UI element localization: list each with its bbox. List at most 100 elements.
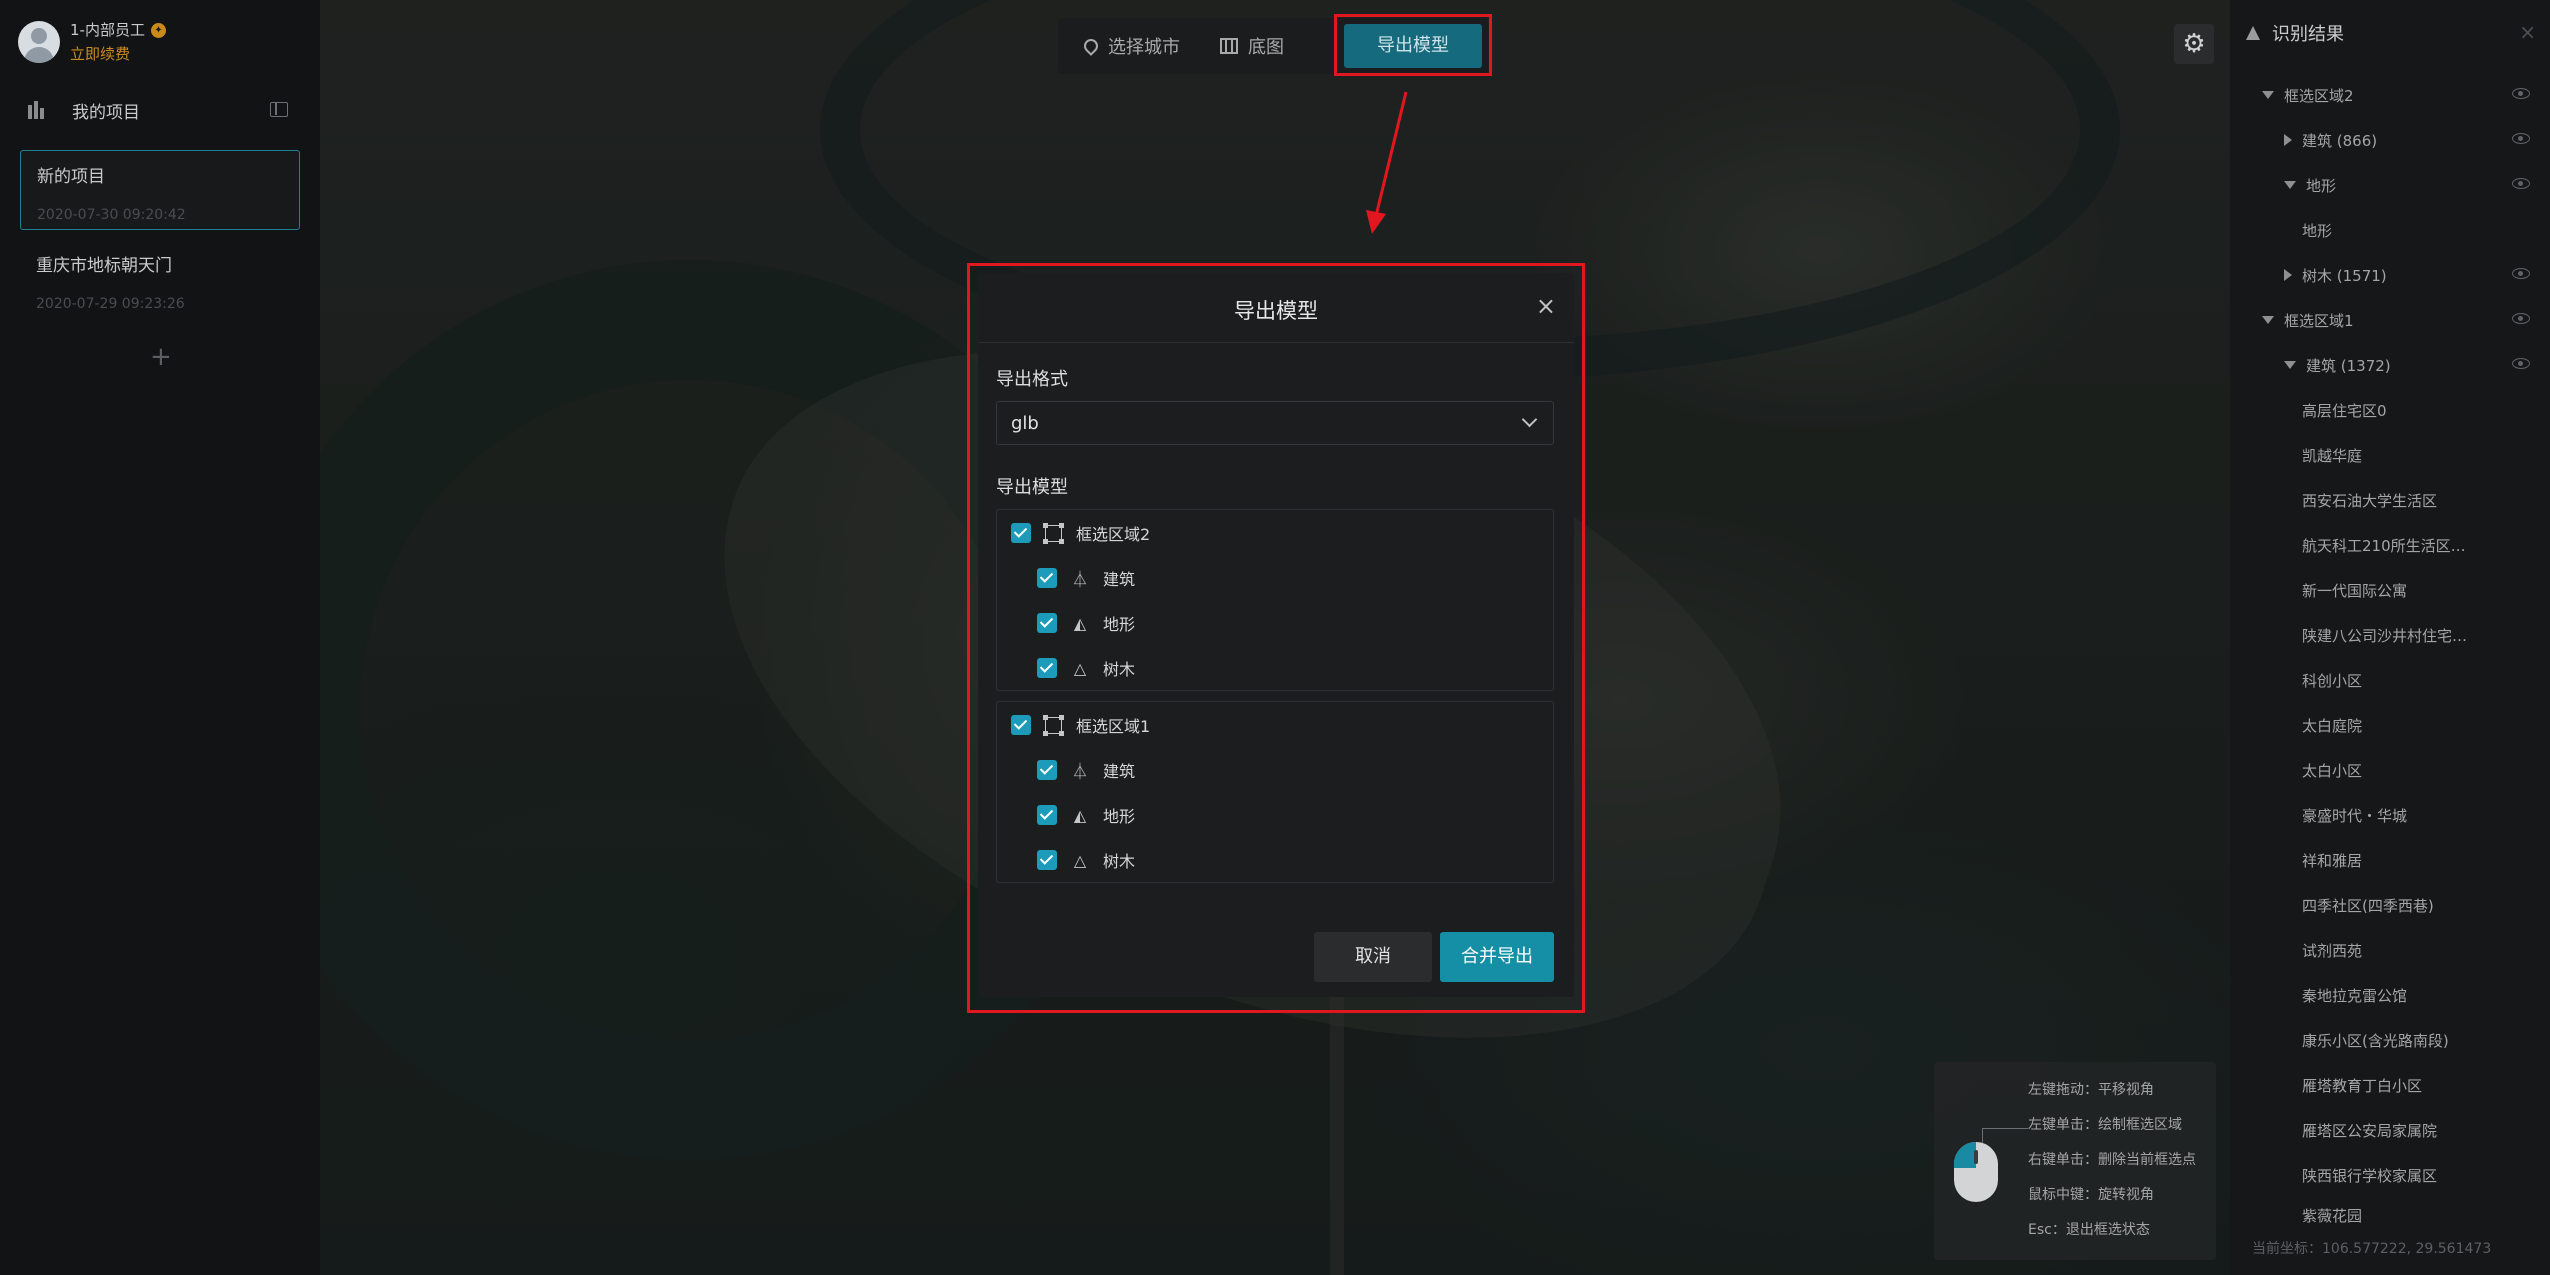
export-model-dialog: 导出模型 × 导出格式 glb 导出模型 框选区域2 ⏃ 建筑 ◭ 地形 △ 树… xyxy=(978,273,1574,997)
result-item[interactable]: 高层住宅区0 xyxy=(2230,395,2530,425)
gear-icon: ⚙ xyxy=(2182,29,2206,59)
add-project-button[interactable]: + xyxy=(150,344,172,370)
renew-link[interactable]: 立即续费 xyxy=(70,42,166,66)
result-label: 试剂西苑 xyxy=(2302,941,2363,960)
collapse-panel-icon[interactable] xyxy=(270,102,288,117)
eye-icon[interactable] xyxy=(2512,268,2530,279)
result-item[interactable]: 新一代国际公寓 xyxy=(2230,575,2530,605)
result-item[interactable]: 建筑 (866) xyxy=(2230,125,2530,155)
result-item[interactable]: 框选区域2 xyxy=(2230,80,2530,110)
project-item-1[interactable]: 重庆市地标朝天门 2020-07-29 09:23:26 xyxy=(20,240,300,320)
eye-icon[interactable] xyxy=(2512,133,2530,144)
projects-icon xyxy=(28,101,46,119)
results-title: 识别结果 xyxy=(2272,24,2344,45)
terrain-icon: ◭ xyxy=(1073,613,1087,633)
basemap-button[interactable]: 底图 xyxy=(1220,33,1284,59)
result-item[interactable]: 雁塔教育丁白小区 xyxy=(2230,1070,2530,1100)
result-item[interactable]: 地形 xyxy=(2230,215,2530,245)
result-label: 科创小区 xyxy=(2302,671,2363,690)
result-item[interactable]: 祥和雅居 xyxy=(2230,845,2530,875)
checkbox-checked[interactable] xyxy=(1037,658,1057,678)
result-label: 地形 xyxy=(2302,221,2333,240)
result-item[interactable]: 雁塔区公安局家属院 xyxy=(2230,1115,2530,1145)
tree-row-region[interactable]: 框选区域2 xyxy=(1011,518,1150,548)
cancel-button[interactable]: 取消 xyxy=(1314,932,1432,982)
hint-line: 左键拖动：平移视角 xyxy=(2028,1082,2154,1098)
settings-button[interactable]: ⚙ xyxy=(2174,24,2214,64)
checkbox-checked[interactable] xyxy=(1011,523,1031,543)
result-item[interactable]: 陕建八公司沙井村住宅… xyxy=(2230,620,2530,650)
close-icon[interactable]: × xyxy=(1536,293,1556,319)
close-icon[interactable]: × xyxy=(2519,20,2536,44)
merge-export-button[interactable]: 合并导出 xyxy=(1440,932,1554,982)
project-item-0[interactable]: 新的项目 2020-07-30 09:20:42 xyxy=(20,150,300,230)
result-item[interactable]: 太白小区 xyxy=(2230,755,2530,785)
caret-right-icon[interactable] xyxy=(2284,269,2292,281)
tree-row-building[interactable]: ⏃ 建筑 xyxy=(1037,563,1135,593)
result-label: 西安石油大学生活区 xyxy=(2302,491,2438,510)
checkbox-checked[interactable] xyxy=(1037,613,1057,633)
result-item[interactable]: 地形 xyxy=(2230,170,2530,200)
result-item[interactable]: 西安石油大学生活区 xyxy=(2230,485,2530,515)
result-item[interactable]: 太白庭院 xyxy=(2230,710,2530,740)
result-item[interactable]: 豪盛时代・华城 xyxy=(2230,800,2530,830)
eye-icon[interactable] xyxy=(2512,313,2530,324)
result-item[interactable]: 康乐小区(含光路南段) xyxy=(2230,1025,2530,1055)
annotation-arrow xyxy=(1366,91,1408,234)
caret-down-icon[interactable] xyxy=(2262,316,2274,324)
building-icon: ⏃ xyxy=(1071,762,1088,781)
select-city-button[interactable]: 选择城市 xyxy=(1081,33,1180,59)
caret-down-icon[interactable] xyxy=(2262,91,2274,99)
tree-row-terrain[interactable]: ◭ 地形 xyxy=(1037,608,1135,638)
eye-icon[interactable] xyxy=(2512,358,2530,369)
tree-label: 地形 xyxy=(1103,807,1136,826)
caret-down-icon[interactable] xyxy=(2284,181,2296,189)
checkbox-checked[interactable] xyxy=(1011,715,1031,735)
tree-row-tree[interactable]: △ 树木 xyxy=(1037,845,1135,875)
chevron-down-icon xyxy=(1521,411,1538,428)
result-item[interactable]: 紫薇花园 xyxy=(2230,1205,2530,1223)
tree-label: 树木 xyxy=(1103,852,1136,871)
location-pin-icon xyxy=(1081,36,1101,56)
result-item[interactable]: 树木 (1571) xyxy=(2230,260,2530,290)
tree-row-region[interactable]: 框选区域1 xyxy=(1011,710,1150,740)
result-item[interactable]: 框选区域1 xyxy=(2230,305,2530,335)
user-profile[interactable]: 1-内部员工 ✦ 立即续费 xyxy=(18,18,166,66)
result-label: 雁塔区公安局家属院 xyxy=(2302,1121,2438,1140)
hint-line: 左键单击：绘制框选区域 xyxy=(2028,1117,2182,1133)
result-label: 框选区域1 xyxy=(2284,311,2354,330)
tree-row-tree[interactable]: △ 树木 xyxy=(1037,653,1135,683)
caret-down-icon[interactable] xyxy=(2284,361,2296,369)
tree-label: 建筑 xyxy=(1103,570,1136,589)
project-name: 重庆市地标朝天门 xyxy=(36,256,172,276)
format-select[interactable]: glb xyxy=(996,401,1554,445)
highlight-box-export-button xyxy=(1334,14,1492,76)
checkbox-checked[interactable] xyxy=(1037,568,1057,588)
project-date: 2020-07-30 09:20:42 xyxy=(37,207,186,223)
eye-icon[interactable] xyxy=(2512,88,2530,99)
checkbox-checked[interactable] xyxy=(1037,850,1057,870)
result-label: 新一代国际公寓 xyxy=(2302,581,2408,600)
result-item[interactable]: 陕西银行学校家属区 xyxy=(2230,1160,2530,1190)
result-label: 高层住宅区0 xyxy=(2302,401,2387,420)
hint-line: 右键单击：删除当前框选点 xyxy=(2028,1152,2196,1168)
caret-right-icon[interactable] xyxy=(2284,134,2292,146)
tree-row-terrain[interactable]: ◭ 地形 xyxy=(1037,800,1135,830)
result-item[interactable]: 建筑 (1372) xyxy=(2230,350,2530,380)
checkbox-checked[interactable] xyxy=(1037,760,1057,780)
avatar[interactable] xyxy=(18,21,60,63)
region-select-icon xyxy=(1043,522,1064,544)
result-item[interactable]: 科创小区 xyxy=(2230,665,2530,695)
result-item[interactable]: 试剂西苑 xyxy=(2230,935,2530,965)
result-item[interactable]: 秦地拉克雷公馆 xyxy=(2230,980,2530,1010)
result-label: 航天科工210所生活区… xyxy=(2302,536,2466,555)
tree-row-building[interactable]: ⏃ 建筑 xyxy=(1037,755,1135,785)
eye-icon[interactable] xyxy=(2512,178,2530,189)
left-sidebar: 1-内部员工 ✦ 立即续费 我的项目 新的项目 2020-07-30 09:20:… xyxy=(0,0,320,1275)
result-item[interactable]: 凯越华庭 xyxy=(2230,440,2530,470)
tree-group-region2: 框选区域2 ⏃ 建筑 ◭ 地形 △ 树木 xyxy=(996,509,1554,691)
result-item[interactable]: 四季社区(四季西巷) xyxy=(2230,890,2530,920)
result-item[interactable]: 航天科工210所生活区… xyxy=(2230,530,2530,560)
checkbox-checked[interactable] xyxy=(1037,805,1057,825)
map-icon xyxy=(1220,38,1238,54)
